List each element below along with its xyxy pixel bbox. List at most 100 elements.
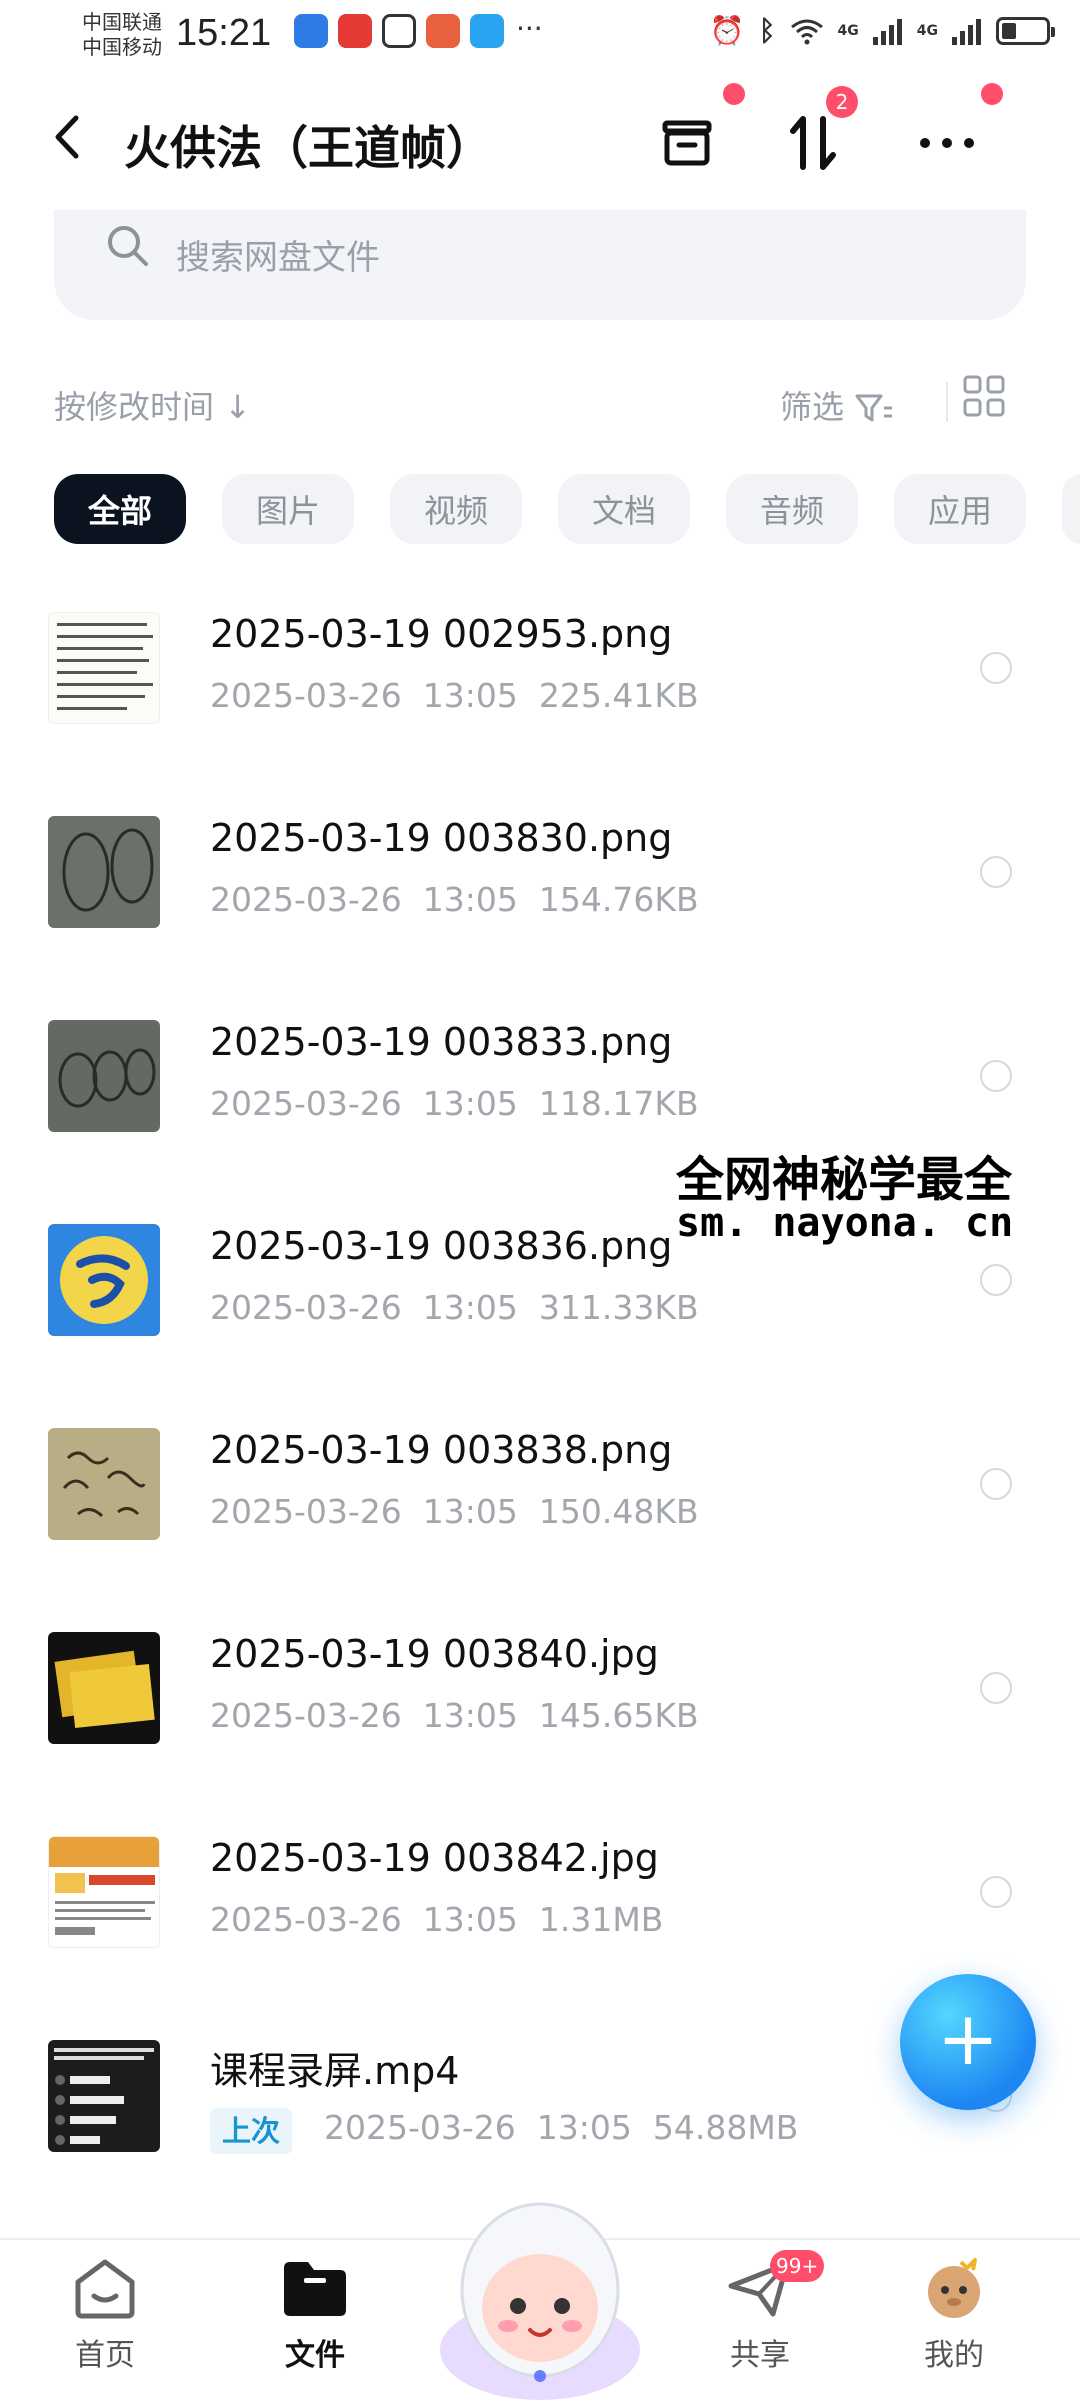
status-bar: 中国联通 中国移动 15:21 ··· ⏰ ᛒ 4G 4G — [0, 0, 1080, 70]
nav-label: 共享 — [730, 2338, 790, 2373]
page-title: 火供法（王道帧） — [124, 121, 492, 175]
file-thumbnail — [48, 1020, 160, 1132]
filter-icon — [855, 394, 893, 422]
file-date: 2025-03-26 — [210, 1288, 402, 1327]
tab-audio[interactable]: 音频 — [726, 474, 858, 544]
file-meta: 2025-03-26 13:05 225.41KB — [210, 676, 699, 715]
divider — [946, 382, 948, 422]
add-button[interactable]: + — [900, 1974, 1036, 2110]
file-name: 2025-03-19 003842.jpg — [210, 1836, 659, 1880]
file-thumbnail — [48, 1632, 160, 1744]
file-size: 225.41KB — [538, 676, 699, 715]
list-item[interactable] — [0, 566, 1080, 770]
sort-label: 按修改时间 — [54, 388, 215, 426]
app-notification-icon — [426, 14, 460, 48]
file-name: 2025-03-19 003838.png — [210, 1428, 673, 1472]
list-item[interactable] — [0, 1790, 1080, 1994]
select-radio[interactable] — [980, 1672, 1012, 1704]
file-thumbnail — [48, 2040, 160, 2152]
file-date: 2025-03-26 — [210, 676, 402, 715]
select-radio[interactable] — [980, 1264, 1012, 1296]
grid-icon — [963, 375, 1005, 417]
file-meta: 2025-03-26 13:05 1.31MB — [210, 1900, 663, 1939]
list-item[interactable] — [0, 1586, 1080, 1790]
file-size: 145.65KB — [538, 1696, 699, 1735]
avatar — [928, 2258, 980, 2318]
back-button[interactable] — [52, 112, 82, 175]
app-notification-icon — [338, 14, 372, 48]
file-date: 2025-03-26 — [324, 2108, 516, 2147]
transfer-list-button[interactable] — [778, 108, 848, 178]
tab-documents[interactable]: 文档 — [558, 474, 690, 544]
search-icon — [104, 222, 150, 272]
grid-view-button[interactable] — [962, 374, 1006, 422]
file-time: 13:05 — [422, 1084, 518, 1123]
file-time: 13:05 — [422, 880, 518, 919]
notification-dot — [723, 83, 745, 105]
app-notification-icon — [382, 14, 416, 48]
select-radio[interactable] — [980, 1060, 1012, 1092]
app-notification-icon — [294, 14, 328, 48]
file-thumbnail — [48, 816, 160, 928]
carrier-info: 中国联通 中国移动 — [82, 10, 162, 60]
nav-profile[interactable]: 我的 — [874, 2256, 1034, 2374]
transfer-count-badge: 2 — [826, 86, 858, 118]
list-item[interactable] — [0, 770, 1080, 974]
file-meta: 2025-03-26 13:05 118.17KB — [210, 1084, 699, 1123]
notification-dot — [981, 83, 1003, 105]
more-notifications-icon: ··· — [516, 12, 543, 45]
wifi-icon — [790, 19, 823, 44]
alarm-icon: ⏰ — [709, 14, 745, 47]
file-meta: 2025-03-26 13:05 311.33KB — [210, 1288, 699, 1327]
signal-bars-icon — [952, 18, 981, 45]
select-radio[interactable] — [980, 652, 1012, 684]
file-thumbnail — [48, 1224, 160, 1336]
file-time: 13:05 — [422, 1288, 518, 1327]
search-input[interactable]: 搜索网盘文件 — [176, 230, 380, 279]
file-thumbnail — [48, 612, 160, 724]
file-name: 课程录屏.mp4 — [210, 2049, 460, 2093]
file-thumbnail — [48, 1836, 160, 1948]
filter-button[interactable]: 筛选 — [780, 382, 894, 428]
signal-bars-icon — [872, 18, 902, 45]
file-time: 13:05 — [422, 676, 518, 715]
battery-icon — [996, 16, 1055, 45]
nav-label: 首页 — [75, 2338, 135, 2373]
more-button[interactable] — [912, 108, 982, 178]
assistant-mascot[interactable] — [430, 2180, 650, 2400]
tab-apps[interactable]: 应用 — [894, 474, 1026, 544]
nav-home[interactable]: 首页 — [25, 2256, 185, 2374]
file-size: 311.33KB — [538, 1288, 699, 1327]
nav-files[interactable]: 文件 — [235, 2256, 395, 2374]
file-date: 2025-03-26 — [210, 1900, 402, 1939]
select-radio[interactable] — [980, 1876, 1012, 1908]
archive-box-icon — [662, 120, 712, 166]
system-indicators: ⏰ ᛒ 4G 4G — [709, 14, 1055, 47]
nav-label: 文件 — [285, 2338, 345, 2373]
file-thumbnail — [48, 1428, 160, 1540]
tab-videos[interactable]: 视频 — [390, 474, 522, 544]
folder-icon — [284, 2262, 346, 2316]
select-radio[interactable] — [980, 1468, 1012, 1500]
recycle-bin-button[interactable] — [652, 108, 722, 178]
signal-1-icon: 4G — [837, 22, 859, 39]
file-meta: 2025-03-26 13:05 145.65KB — [210, 1696, 699, 1735]
file-time: 13:05 — [422, 1900, 518, 1939]
file-date: 2025-03-26 — [210, 1696, 402, 1735]
file-size: 1.31MB — [538, 1900, 664, 1939]
filter-label: 筛选 — [780, 388, 845, 426]
file-size: 118.17KB — [538, 1084, 699, 1123]
list-item[interactable] — [0, 1382, 1080, 1586]
file-meta: 2025-03-26 13:05 150.48KB — [210, 1492, 699, 1531]
select-radio[interactable] — [980, 856, 1012, 888]
nav-label: 我的 — [924, 2338, 984, 2373]
transfer-arrows-icon — [790, 116, 836, 170]
tab-all[interactable]: 全部 — [54, 474, 186, 544]
tab-more[interactable] — [1062, 474, 1080, 544]
share-count-badge: 99+ — [770, 2250, 825, 2282]
app-notification-icon — [470, 14, 504, 48]
home-icon — [75, 2259, 135, 2319]
file-name: 2025-03-19 002953.png — [210, 612, 673, 656]
sort-selector[interactable]: 按修改时间 ↓ — [54, 382, 251, 428]
tab-images[interactable]: 图片 — [222, 474, 354, 544]
